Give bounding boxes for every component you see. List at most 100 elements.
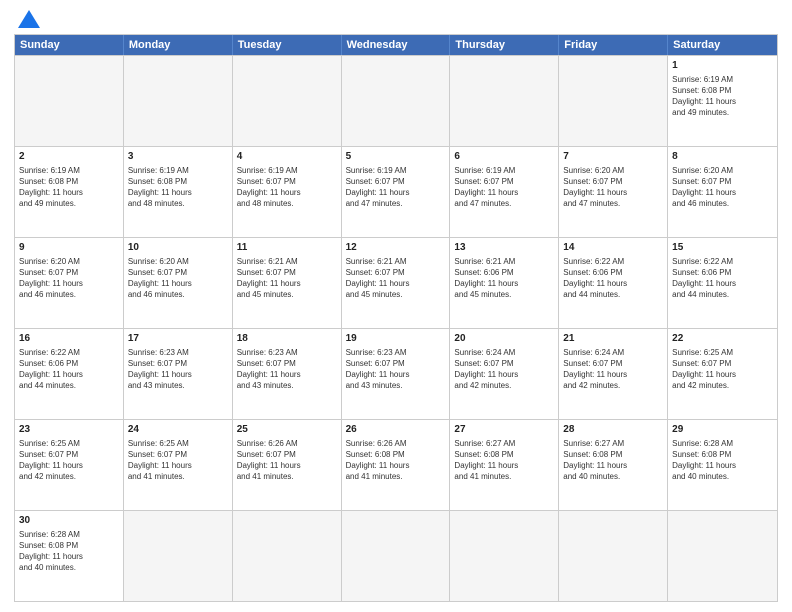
day-number: 20 [454,332,554,346]
cell-text: Sunrise: 6:19 AM Sunset: 6:07 PM Dayligh… [237,165,337,209]
day-number: 1 [672,59,773,73]
cell-text: Sunrise: 6:22 AM Sunset: 6:06 PM Dayligh… [19,347,119,391]
calendar-header-cell: Saturday [668,35,777,55]
cell-text: Sunrise: 6:24 AM Sunset: 6:07 PM Dayligh… [454,347,554,391]
calendar-row: 23 Sunrise: 6:25 AM Sunset: 6:07 PM Dayli… [15,419,777,510]
calendar-cell: 12Sunrise: 6:21 AM Sunset: 6:07 PM Dayli… [342,238,451,328]
calendar-header-cell: Friday [559,35,668,55]
calendar-cell: 28Sunrise: 6:27 AM Sunset: 6:08 PM Dayli… [559,420,668,510]
day-number: 23 [19,423,119,437]
calendar-cell [15,56,124,146]
calendar-cell [668,511,777,601]
cell-text: Sunrise: 6:19 AM Sunset: 6:08 PM Dayligh… [672,74,773,118]
day-number: 27 [454,423,554,437]
cell-text: Sunrise: 6:23 AM Sunset: 6:07 PM Dayligh… [346,347,446,391]
cell-text: Sunrise: 6:19 AM Sunset: 6:08 PM Dayligh… [128,165,228,209]
calendar-cell [124,511,233,601]
cell-text: Sunrise: 6:19 AM Sunset: 6:07 PM Dayligh… [346,165,446,209]
calendar-cell: 22Sunrise: 6:25 AM Sunset: 6:07 PM Dayli… [668,329,777,419]
calendar-cell [559,511,668,601]
cell-text: Sunrise: 6:19 AM Sunset: 6:08 PM Dayligh… [19,165,119,209]
calendar-cell: 24Sunrise: 6:25 AM Sunset: 6:07 PM Dayli… [124,420,233,510]
calendar-cell: 23Sunrise: 6:25 AM Sunset: 6:07 PM Dayli… [15,420,124,510]
day-number: 22 [672,332,773,346]
calendar-header-cell: Wednesday [342,35,451,55]
day-number: 19 [346,332,446,346]
cell-text: Sunrise: 6:20 AM Sunset: 6:07 PM Dayligh… [19,256,119,300]
calendar-cell: 14Sunrise: 6:22 AM Sunset: 6:06 PM Dayli… [559,238,668,328]
day-number: 16 [19,332,119,346]
calendar-cell: 10Sunrise: 6:20 AM Sunset: 6:07 PM Dayli… [124,238,233,328]
calendar-cell: 20Sunrise: 6:24 AM Sunset: 6:07 PM Dayli… [450,329,559,419]
day-number: 12 [346,241,446,255]
cell-text: Sunrise: 6:26 AM Sunset: 6:08 PM Dayligh… [346,438,446,482]
cell-text: Sunrise: 6:28 AM Sunset: 6:08 PM Dayligh… [672,438,773,482]
cell-text: Sunrise: 6:21 AM Sunset: 6:07 PM Dayligh… [346,256,446,300]
page: SundayMondayTuesdayWednesdayThursdayFrid… [0,0,792,612]
calendar-header-cell: Tuesday [233,35,342,55]
cell-text: Sunrise: 6:23 AM Sunset: 6:07 PM Dayligh… [128,347,228,391]
day-number: 28 [563,423,663,437]
day-number: 6 [454,150,554,164]
day-number: 14 [563,241,663,255]
day-number: 18 [237,332,337,346]
calendar-row: 16Sunrise: 6:22 AM Sunset: 6:06 PM Dayli… [15,328,777,419]
calendar-row: 2Sunrise: 6:19 AM Sunset: 6:08 PM Daylig… [15,146,777,237]
calendar-cell: 6Sunrise: 6:19 AM Sunset: 6:07 PM Daylig… [450,147,559,237]
day-number: 26 [346,423,446,437]
calendar-header-cell: Sunday [15,35,124,55]
day-number: 4 [237,150,337,164]
calendar-cell: 11Sunrise: 6:21 AM Sunset: 6:07 PM Dayli… [233,238,342,328]
cell-text: Sunrise: 6:21 AM Sunset: 6:06 PM Dayligh… [454,256,554,300]
calendar-cell: 27Sunrise: 6:27 AM Sunset: 6:08 PM Dayli… [450,420,559,510]
day-number: 24 [128,423,228,437]
logo-icon [18,10,40,28]
calendar-cell: 21Sunrise: 6:24 AM Sunset: 6:07 PM Dayli… [559,329,668,419]
day-number: 5 [346,150,446,164]
calendar-cell: 4Sunrise: 6:19 AM Sunset: 6:07 PM Daylig… [233,147,342,237]
calendar-header-row: SundayMondayTuesdayWednesdayThursdayFrid… [15,35,777,55]
calendar-cell: 2Sunrise: 6:19 AM Sunset: 6:08 PM Daylig… [15,147,124,237]
calendar-cell: 9Sunrise: 6:20 AM Sunset: 6:07 PM Daylig… [15,238,124,328]
calendar-header-cell: Thursday [450,35,559,55]
calendar-cell [233,511,342,601]
calendar: SundayMondayTuesdayWednesdayThursdayFrid… [14,34,778,602]
calendar-cell: 7Sunrise: 6:20 AM Sunset: 6:07 PM Daylig… [559,147,668,237]
day-number: 8 [672,150,773,164]
calendar-cell: 29Sunrise: 6:28 AM Sunset: 6:08 PM Dayli… [668,420,777,510]
cell-text: Sunrise: 6:26 AM Sunset: 6:07 PM Dayligh… [237,438,337,482]
calendar-cell: 26Sunrise: 6:26 AM Sunset: 6:08 PM Dayli… [342,420,451,510]
cell-text: Sunrise: 6:28 AM Sunset: 6:08 PM Dayligh… [19,529,119,573]
day-number: 11 [237,241,337,255]
cell-text: Sunrise: 6:22 AM Sunset: 6:06 PM Dayligh… [672,256,773,300]
day-number: 9 [19,241,119,255]
day-number: 30 [19,514,119,528]
cell-text: Sunrise: 6:27 AM Sunset: 6:08 PM Dayligh… [454,438,554,482]
day-number: 21 [563,332,663,346]
calendar-cell [342,511,451,601]
calendar-cell: 15Sunrise: 6:22 AM Sunset: 6:06 PM Dayli… [668,238,777,328]
day-number: 15 [672,241,773,255]
day-number: 10 [128,241,228,255]
calendar-cell [450,56,559,146]
day-number: 13 [454,241,554,255]
calendar-cell: 18Sunrise: 6:23 AM Sunset: 6:07 PM Dayli… [233,329,342,419]
calendar-cell: 19Sunrise: 6:23 AM Sunset: 6:07 PM Dayli… [342,329,451,419]
calendar-row: 1Sunrise: 6:19 AM Sunset: 6:08 PM Daylig… [15,55,777,146]
calendar-cell [342,56,451,146]
calendar-cell: 16Sunrise: 6:22 AM Sunset: 6:06 PM Dayli… [15,329,124,419]
calendar-row: 9Sunrise: 6:20 AM Sunset: 6:07 PM Daylig… [15,237,777,328]
calendar-cell [233,56,342,146]
calendar-cell [124,56,233,146]
calendar-row: 30Sunrise: 6:28 AM Sunset: 6:08 PM Dayli… [15,510,777,601]
calendar-cell: 5Sunrise: 6:19 AM Sunset: 6:07 PM Daylig… [342,147,451,237]
calendar-cell: 1Sunrise: 6:19 AM Sunset: 6:08 PM Daylig… [668,56,777,146]
calendar-cell: 30Sunrise: 6:28 AM Sunset: 6:08 PM Dayli… [15,511,124,601]
calendar-cell: 8Sunrise: 6:20 AM Sunset: 6:07 PM Daylig… [668,147,777,237]
calendar-cell: 17Sunrise: 6:23 AM Sunset: 6:07 PM Dayli… [124,329,233,419]
day-number: 7 [563,150,663,164]
cell-text: Sunrise: 6:25 AM Sunset: 6:07 PM Dayligh… [128,438,228,482]
calendar-header-cell: Monday [124,35,233,55]
logo-text [14,10,42,28]
calendar-cell: 3Sunrise: 6:19 AM Sunset: 6:08 PM Daylig… [124,147,233,237]
